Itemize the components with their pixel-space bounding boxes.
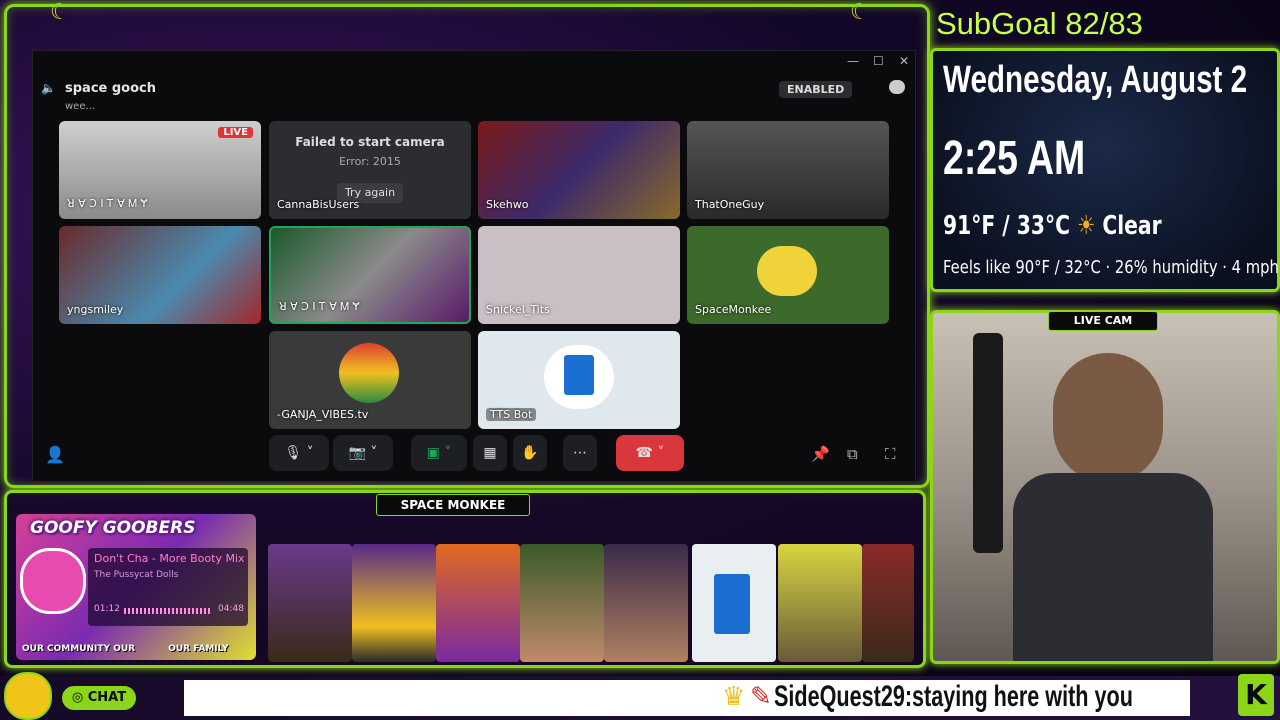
- community-banner: OUR COMMUNITY OUR OUR FAMILY: [22, 644, 228, 654]
- weather-temperature-row: 91°F / 33°C ☀ Clear: [943, 211, 1162, 241]
- chat-text: staying here with you: [912, 680, 1133, 713]
- weather-time: 2:25 AM: [943, 132, 1086, 185]
- close-button[interactable]: ✕: [899, 54, 909, 68]
- chat-message: SideQuest29:staying here with you: [774, 680, 1133, 714]
- microphone-button[interactable]: 🎙 ˅: [269, 435, 329, 471]
- streamer-face: [1053, 353, 1163, 483]
- fullscreen-icon[interactable]: ⛶: [885, 445, 896, 463]
- video-tile[interactable]: -GANJA_VIBES.tv: [269, 331, 471, 429]
- member-avatar: [436, 544, 520, 662]
- tile-username: ThatOneGuy: [695, 198, 765, 211]
- video-tile[interactable]: Skehwo: [478, 121, 680, 219]
- chat-ticker: ♛ ✎ SideQuest29:staying here with you: [184, 680, 1190, 716]
- video-tile-error[interactable]: Failed to start camera Error: 2015 Try a…: [269, 121, 471, 219]
- family-text: OUR FAMILY: [168, 644, 229, 654]
- channel-status: wee...: [65, 101, 96, 112]
- video-tile[interactable]: TTS Bot: [478, 331, 680, 429]
- song-duration: 04:48: [218, 604, 244, 614]
- weather-feels-like: Feels like 90°F / 32°C · 26% humidity · …: [943, 257, 1280, 278]
- tile-username: yngsmiley: [67, 303, 124, 316]
- weather-temperature: 91°F / 33°C: [943, 211, 1070, 241]
- crown-icon: ♛: [722, 682, 746, 712]
- now-playing-card: Don't Cha - More Booty Mix The Pussycat …: [88, 548, 248, 626]
- video-tile[interactable]: yngsmiley: [59, 226, 261, 324]
- more-options-button[interactable]: ⋯: [563, 435, 597, 471]
- chat-button[interactable]: ◎ CHAT: [62, 686, 136, 710]
- music-disc-icon: [20, 548, 86, 614]
- pin-icon[interactable]: 📌: [811, 445, 830, 463]
- camera-error-code: Error: 2015: [339, 155, 401, 168]
- soundboard-button[interactable]: ✋: [513, 435, 547, 471]
- space-monkee-label: SPACE MONKEE: [376, 494, 530, 516]
- weather-condition: Clear: [1102, 211, 1162, 241]
- our-text: OUR: [113, 644, 136, 654]
- chat-username: SideQuest29:: [774, 680, 913, 713]
- document-speaker-icon: [714, 574, 750, 634]
- avatar: [757, 246, 817, 296]
- live-cam-label: LIVE CAM: [1048, 311, 1158, 331]
- chat-icon: ◎: [71, 690, 88, 705]
- kick-logo: K: [1238, 674, 1274, 716]
- live-badge: LIVE: [218, 127, 253, 138]
- channel-title: space gooch: [65, 81, 156, 96]
- chat-bubble-icon[interactable]: [889, 80, 905, 94]
- voice-call-window: — ☐ ✕ 🔈 space gooch wee... ENABLED LIVE …: [32, 50, 916, 482]
- community-text: OUR COMMUNITY: [22, 644, 111, 654]
- speaker-icon: 🔈: [41, 81, 56, 95]
- tile-username: -GANJA_VIBES.tv: [277, 408, 369, 421]
- camera-error-title: Failed to start camera: [295, 135, 445, 149]
- video-tile[interactable]: Snickel_Tits: [478, 226, 680, 324]
- screen-share-button[interactable]: ▣ ˅: [411, 435, 467, 471]
- tile-username: SpaceMonkee: [695, 303, 772, 316]
- video-tile[interactable]: ThatOneGuy: [687, 121, 889, 219]
- member-avatar: [352, 544, 436, 662]
- member-avatar: [778, 544, 862, 662]
- sun-icon: ☀: [1077, 211, 1103, 241]
- member-avatar: [520, 544, 604, 662]
- goofy-goobers-title: GOOFY GOOBERS: [30, 518, 196, 538]
- maximize-button[interactable]: ☐: [873, 54, 884, 68]
- song-artist: The Pussycat Dolls: [94, 570, 179, 580]
- avatar: [339, 343, 399, 403]
- video-tile-speaking[interactable]: ꓤ Ɐ Ɔ Ⅰ Ꭲ Ɐ Ꮇ Ɏ: [269, 226, 471, 324]
- leave-call-button[interactable]: ☎ ˅: [616, 435, 684, 471]
- chat-label: CHAT: [87, 690, 127, 705]
- weather-widget: Wednesday, August 2 2:25 AM 91°F / 33°C …: [930, 48, 1280, 292]
- sub-goal-counter: SubGoal 82/83: [936, 6, 1143, 41]
- microphone-icon: [973, 333, 1003, 553]
- window-titlebar: — ☐ ✕: [33, 51, 915, 73]
- member-avatar: [268, 544, 352, 662]
- enabled-badge[interactable]: ENABLED: [779, 81, 853, 98]
- now-playing-widget: GOOFY GOOBERS Don't Cha - More Booty Mix…: [16, 514, 256, 660]
- video-tile[interactable]: SpaceMonkee: [687, 226, 889, 324]
- camera-off-button[interactable]: 📷 ˅: [333, 435, 393, 471]
- member-avatar: [604, 544, 688, 662]
- live-cam-feed: [930, 310, 1280, 664]
- badge-icon: ✎: [750, 682, 772, 712]
- weather-date: Wednesday, August 2: [943, 59, 1248, 101]
- tile-username: CannaBisUsers: [277, 198, 360, 211]
- tile-username: TTS Bot: [486, 408, 537, 421]
- activities-button[interactable]: ▦: [473, 435, 507, 471]
- song-title: Don't Cha - More Booty Mix: [94, 552, 245, 565]
- document-speaker-icon: [564, 355, 594, 395]
- minimize-button[interactable]: —: [847, 54, 859, 68]
- tile-username: ꓤ Ɐ Ɔ Ⅰ Ꭲ Ɐ Ꮇ Ɏ: [67, 197, 148, 210]
- add-user-icon[interactable]: 👤: [45, 445, 65, 464]
- audio-waveform: [124, 608, 212, 614]
- tile-username: Snickel_Tits: [486, 303, 550, 316]
- member-avatar-tts: [692, 544, 776, 662]
- tile-username: Skehwo: [486, 198, 529, 211]
- duck-mascot-icon: [4, 672, 52, 720]
- member-avatar: [862, 544, 914, 662]
- video-tile[interactable]: LIVE ꓤ Ɐ Ɔ Ⅰ Ꭲ Ɐ Ꮇ Ɏ: [59, 121, 261, 219]
- tile-username: ꓤ Ɐ Ɔ Ⅰ Ꭲ Ɐ Ꮇ Ɏ: [279, 300, 360, 313]
- song-elapsed: 01:12: [94, 604, 120, 614]
- popout-icon[interactable]: ⧉: [847, 445, 858, 463]
- streamer-body: [1013, 473, 1213, 661]
